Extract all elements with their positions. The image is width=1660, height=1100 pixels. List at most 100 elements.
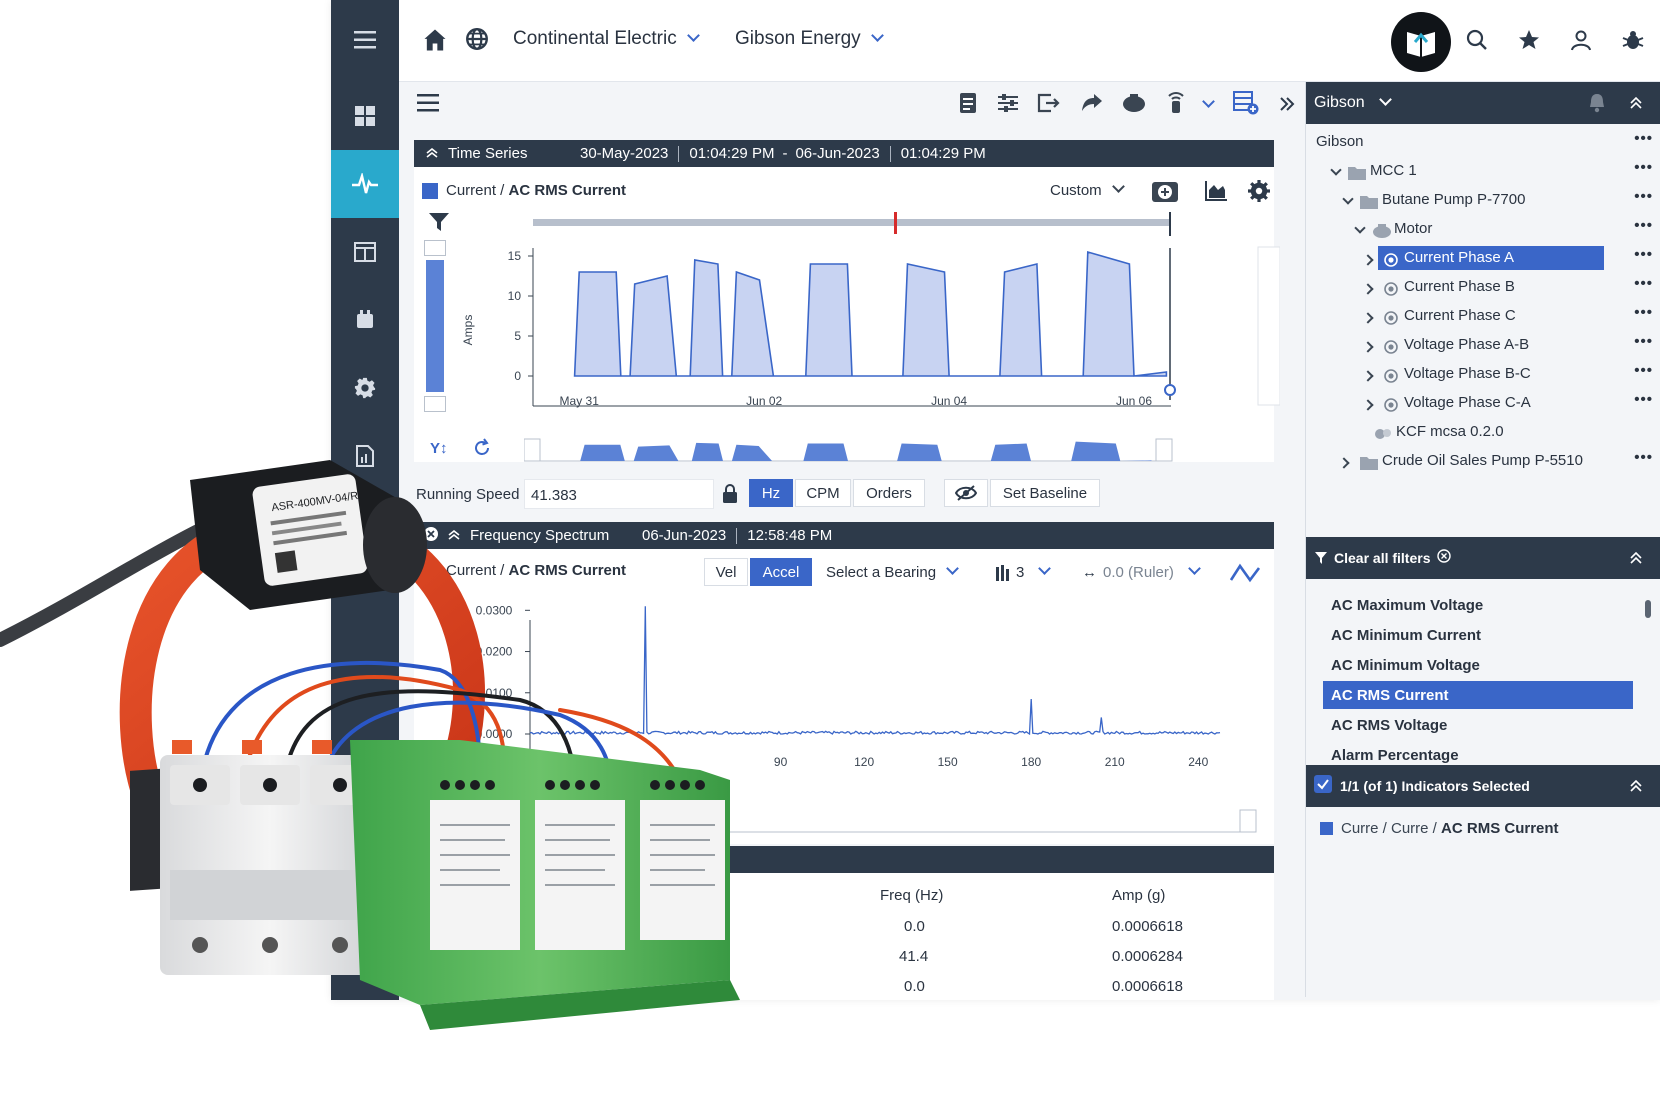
menu-icon[interactable]	[331, 6, 399, 74]
chevron-down-icon[interactable]	[1342, 193, 1354, 205]
waveform-toggle-icon[interactable]	[1229, 562, 1261, 589]
more-icon[interactable]: •••	[1634, 362, 1653, 379]
tree-item[interactable]: Current Phase C •••	[1306, 304, 1660, 332]
filter-item[interactable]: AC RMS Current	[1323, 681, 1633, 709]
indicators-header: 1/1 (of 1) Indicators Selected	[1306, 765, 1660, 807]
site-name[interactable]: Gibson	[1314, 94, 1365, 112]
chevron-right-icon[interactable]	[1362, 341, 1374, 353]
tree-item[interactable]: Voltage Phase B-C •••	[1306, 362, 1660, 390]
tree-item[interactable]: Current Phase B •••	[1306, 275, 1660, 303]
time-series-chart[interactable]: Amps 151050 May 31 Jun 02 Jun 04 Jun 06	[440, 200, 1280, 440]
tree-item[interactable]: Crude Oil Sales Pump P-5510 •••	[1306, 449, 1660, 477]
chevron-right-icon[interactable]	[1362, 254, 1374, 266]
collapse-icon[interactable]	[426, 145, 438, 162]
more-icon[interactable]: •••	[1634, 217, 1653, 234]
tree-item[interactable]: MCC 1 •••	[1306, 159, 1660, 187]
more-icon[interactable]: •••	[1634, 188, 1653, 205]
series-legend[interactable]: Current / AC RMS Current	[422, 182, 626, 199]
wireless-sensor-icon[interactable]	[1163, 90, 1189, 116]
chevron-down-icon[interactable]	[1378, 92, 1392, 106]
breadcrumb-site[interactable]: Gibson Energy	[735, 28, 884, 50]
more-icon[interactable]: •••	[1634, 391, 1653, 408]
bearing-select[interactable]: Select a Bearing	[826, 562, 959, 581]
tree-item[interactable]: Current Phase A •••	[1306, 246, 1660, 274]
motor-icon[interactable]	[331, 286, 399, 354]
cpm-button[interactable]: CPM	[795, 479, 851, 507]
share-icon[interactable]	[1079, 90, 1105, 116]
add-table-icon[interactable]	[1233, 90, 1259, 116]
breadcrumb-site-label: Gibson Energy	[735, 28, 861, 49]
range-select[interactable]: Custom	[1050, 180, 1125, 199]
tree-item[interactable]: Motor •••	[1306, 217, 1660, 245]
filter-item[interactable]: AC Maximum Voltage	[1323, 591, 1633, 619]
bug-icon[interactable]	[1621, 28, 1645, 57]
more-icon[interactable]: •••	[1634, 275, 1653, 292]
checkbox-checked-icon[interactable]	[1314, 775, 1332, 797]
close-circle-icon[interactable]	[1436, 549, 1451, 567]
chevron-right-icon[interactable]	[1362, 370, 1374, 382]
home-icon[interactable]	[421, 26, 449, 54]
motor-tool-icon[interactable]	[1121, 90, 1147, 116]
user-icon[interactable]	[1569, 28, 1593, 57]
tree-item-label: MCC 1	[1370, 162, 1417, 179]
tree-item-label: Current Phase C	[1404, 307, 1516, 324]
indicator-item[interactable]: Curre / Curre / AC RMS Current	[1320, 820, 1559, 837]
folder-icon	[1360, 457, 1378, 470]
more-icon[interactable]: •••	[1634, 333, 1653, 350]
collapse-icon[interactable]	[1630, 779, 1642, 796]
chevron-right-icon[interactable]	[1362, 399, 1374, 411]
start-date: 30-May-2023	[580, 145, 669, 162]
clear-filters-button[interactable]: Clear all filters	[1334, 550, 1431, 566]
search-icon[interactable]	[1465, 28, 1489, 57]
harmonics-select[interactable]: 3	[996, 562, 1052, 581]
globe-icon[interactable]	[464, 26, 492, 54]
expand-panel-icon[interactable]	[1273, 90, 1301, 118]
more-icon[interactable]: •••	[1634, 130, 1653, 147]
bell-icon[interactable]	[1588, 93, 1606, 117]
chevron-right-icon[interactable]	[1362, 283, 1374, 295]
chevron-right-icon[interactable]	[1338, 457, 1350, 469]
export-icon[interactable]	[1036, 90, 1062, 116]
collapse-icon[interactable]	[1630, 96, 1642, 113]
chevron-down-icon[interactable]	[1195, 90, 1221, 116]
dashboard-icon[interactable]	[331, 82, 399, 150]
layout-icon[interactable]	[331, 218, 399, 286]
more-icon[interactable]: •••	[1634, 449, 1653, 466]
breadcrumb-company[interactable]: Continental Electric	[513, 28, 700, 50]
more-icon[interactable]: •••	[1634, 304, 1653, 321]
more-icon[interactable]: •••	[1634, 159, 1653, 176]
more-icon[interactable]: •••	[1634, 246, 1653, 263]
tree-item-label: Current Phase B	[1404, 278, 1515, 295]
chevron-down-icon[interactable]	[1354, 222, 1366, 234]
sliders-icon[interactable]	[995, 90, 1021, 116]
gear-icon[interactable]	[331, 354, 399, 422]
chevron-down-icon[interactable]	[1330, 164, 1342, 176]
filter-scrollbar[interactable]	[1645, 600, 1651, 618]
star-icon[interactable]	[1517, 28, 1541, 57]
hamburger-icon[interactable]	[415, 90, 441, 116]
tree-item[interactable]: Gibson •••	[1306, 130, 1660, 158]
filter-item[interactable]: AC RMS Voltage	[1323, 711, 1633, 739]
waveform-icon[interactable]	[331, 150, 399, 218]
chevron-right-icon[interactable]	[1362, 312, 1374, 324]
right-scroll-box[interactable]	[1257, 246, 1280, 406]
set-baseline-button[interactable]: Set Baseline	[990, 479, 1100, 507]
ruler-select[interactable]: ↔ 0.0 (Ruler)	[1082, 562, 1201, 581]
range-track[interactable]	[533, 219, 1171, 226]
collapse-icon[interactable]	[1630, 551, 1642, 568]
series-area	[573, 250, 1168, 377]
filter-item[interactable]: AC Minimum Current	[1323, 621, 1633, 649]
app-logo-icon[interactable]	[1391, 12, 1451, 72]
tree-item[interactable]: Butane Pump P-7700 •••	[1306, 188, 1660, 216]
hide-baseline-button[interactable]	[944, 479, 988, 507]
tree-item[interactable]: KCF mcsa 0.2.0	[1306, 420, 1660, 448]
orders-button[interactable]: Orders	[853, 479, 925, 507]
filter-item[interactable]: AC Minimum Voltage	[1323, 651, 1633, 679]
cpm-label: CPM	[806, 484, 840, 502]
cursor-point	[1164, 384, 1176, 396]
spectrum-scroll-end[interactable]	[1239, 809, 1257, 833]
series-color-swatch	[422, 182, 438, 199]
tree-item[interactable]: Voltage Phase C-A •••	[1306, 391, 1660, 419]
document-icon[interactable]	[955, 90, 981, 116]
tree-item[interactable]: Voltage Phase A-B •••	[1306, 333, 1660, 361]
